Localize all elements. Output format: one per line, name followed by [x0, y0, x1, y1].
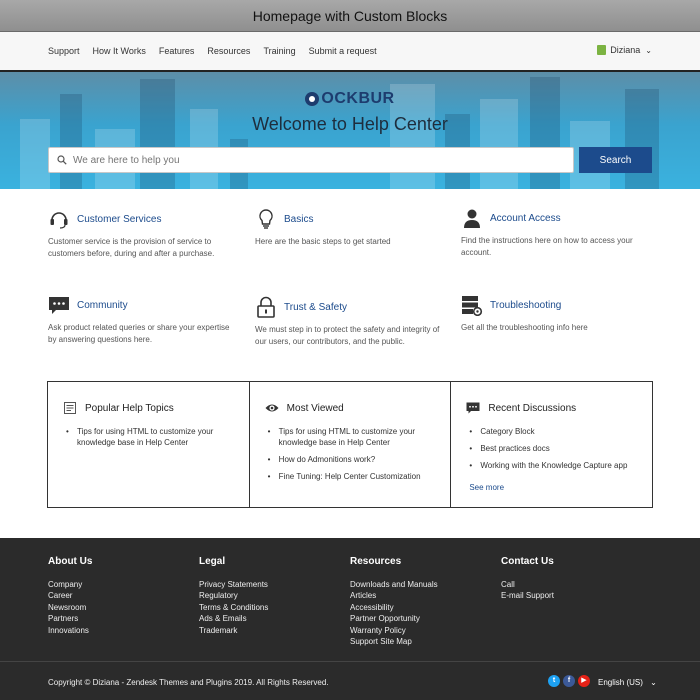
nav-training[interactable]: Training [263, 46, 295, 56]
headset-icon [50, 212, 68, 229]
search-button[interactable]: Search [579, 147, 652, 173]
nav-how-it-works[interactable]: How It Works [93, 46, 146, 56]
footer-link[interactable]: Regulatory [199, 590, 268, 601]
search-box [48, 147, 574, 173]
hero-banner: OCKBUR Welcome to Help Center Search [0, 72, 700, 189]
see-more-link[interactable]: See more [469, 483, 504, 492]
footer-link[interactable]: Warranty Policy [350, 625, 438, 636]
footer-link[interactable]: Privacy Statements [199, 579, 268, 590]
block-title: Most Viewed [286, 402, 344, 414]
nav-resources[interactable]: Resources [207, 46, 250, 56]
footer-link[interactable]: Articles [350, 590, 438, 601]
category-description: Here are the basic steps to get started [255, 237, 391, 246]
search-input[interactable] [73, 154, 553, 166]
list-item[interactable]: How do Admonitions work? [268, 454, 437, 465]
category-description: Ask product related queries or share you… [48, 323, 230, 344]
footer-heading: Resources [350, 556, 402, 567]
block-popular-topics: Popular Help Topics Tips for using HTML … [48, 382, 250, 507]
category-title: Troubleshooting [490, 299, 562, 311]
chat-icon [466, 402, 480, 414]
footer-column-legal: Legal Privacy Statements Regulatory Term… [199, 556, 268, 636]
nav-submit-request[interactable]: Submit a request [309, 46, 377, 56]
category-account-access[interactable]: Account Access Find the instructions her… [461, 207, 651, 259]
category-title: Account Access [490, 212, 561, 224]
category-title: Customer Services [77, 213, 162, 225]
footer-link[interactable]: Support Site Map [350, 636, 438, 647]
top-nav: Support How It Works Features Resources … [0, 32, 700, 72]
category-troubleshooting[interactable]: Troubleshooting Get all the troubleshoot… [461, 294, 651, 334]
footer-link[interactable]: Newsroom [48, 602, 92, 613]
hero-title: Welcome to Help Center [252, 114, 448, 134]
category-trust-safety[interactable]: Trust & Safety We must step in to protec… [255, 296, 445, 348]
category-title: Community [77, 299, 128, 311]
category-basics[interactable]: Basics Here are the basic steps to get s… [255, 208, 445, 248]
language-selector[interactable]: English (US) ⌄ [598, 678, 657, 687]
block-title: Popular Help Topics [85, 402, 174, 414]
list-item[interactable]: Category Block [469, 426, 638, 437]
eye-icon [265, 404, 279, 412]
twitter-icon[interactable]: t [548, 675, 560, 687]
footer-link[interactable]: Terms & Conditions [199, 602, 268, 613]
category-description: Customer service is the provision of ser… [48, 237, 215, 258]
footer-link[interactable]: Accessibility [350, 602, 438, 613]
footer-link[interactable]: Innovations [48, 625, 92, 636]
lock-icon [257, 296, 275, 318]
footer-column-about: About Us Company Career Newsroom Partner… [48, 556, 92, 636]
footer-link[interactable]: Ads & Emails [199, 613, 268, 624]
lightbulb-icon [259, 209, 273, 229]
footer-link[interactable]: Company [48, 579, 92, 590]
footer-link[interactable]: Partners [48, 613, 92, 624]
footer-link[interactable]: Career [48, 590, 92, 601]
footer-link[interactable]: Partner Opportunity [350, 613, 438, 624]
search-icon [57, 155, 67, 165]
chevron-down-icon: ⌄ [650, 678, 657, 687]
chevron-down-icon: ⌄ [645, 45, 652, 55]
nav-support[interactable]: Support [48, 46, 80, 56]
category-community[interactable]: Community Ask product related queries or… [48, 294, 238, 346]
user-icon [464, 209, 480, 228]
nav-features[interactable]: Features [159, 46, 195, 56]
category-description: We must step in to protect the safety an… [255, 325, 440, 346]
category-customer-services[interactable]: Customer Services Customer service is th… [48, 208, 238, 260]
footer-divider [0, 661, 700, 662]
footer-link[interactable]: Trademark [199, 625, 268, 636]
footer-column-resources: Resources Downloads and Manuals Articles… [350, 556, 438, 647]
category-description: Find the instructions here on how to acc… [461, 236, 633, 257]
user-menu[interactable]: Diziana ⌄ [597, 45, 652, 55]
category-description: Get all the troubleshooting info here [461, 323, 588, 332]
block-recent-discussions: Recent Discussions Category Block Best p… [451, 382, 652, 507]
footer-link[interactable]: Downloads and Manuals [350, 579, 438, 590]
footer-heading: Contact Us [501, 556, 554, 567]
block-most-viewed: Most Viewed Tips for using HTML to custo… [250, 382, 452, 507]
copyright-text: Copyright © Diziana - Zendesk Themes and… [48, 678, 329, 687]
server-gear-icon [462, 296, 483, 316]
category-title: Basics [284, 213, 314, 225]
footer-heading: Legal [199, 556, 226, 567]
document-icon [64, 402, 76, 414]
category-title: Trust & Safety [284, 301, 347, 313]
footer-link[interactable]: E-mail Support [501, 590, 554, 601]
list-item[interactable]: Best practices docs [469, 443, 638, 454]
user-name: Diziana [610, 45, 641, 55]
social-links: t f ▶ [548, 675, 593, 687]
footer: About Us Company Career Newsroom Partner… [0, 538, 700, 700]
logo-mark-icon [305, 92, 320, 106]
list-item[interactable]: Tips for using HTML to customize your kn… [268, 426, 437, 448]
avatar [597, 45, 607, 55]
footer-column-contact: Contact Us Call E-mail Support [501, 556, 554, 602]
youtube-icon[interactable]: ▶ [578, 675, 590, 687]
chat-icon [49, 297, 69, 314]
list-item[interactable]: Working with the Knowledge Capture app [469, 460, 638, 471]
custom-blocks: Popular Help Topics Tips for using HTML … [47, 381, 653, 508]
brand-logo[interactable]: OCKBUR [0, 90, 700, 108]
window-title: Homepage with Custom Blocks [252, 8, 448, 24]
footer-heading: About Us [48, 556, 93, 567]
list-item[interactable]: Tips for using HTML to customize your kn… [66, 426, 235, 448]
list-item[interactable]: Fine Tuning: Help Center Customization [268, 471, 437, 482]
footer-link[interactable]: Call [501, 579, 554, 590]
window-titlebar: Homepage with Custom Blocks [0, 0, 700, 32]
block-title: Recent Discussions [488, 402, 577, 414]
facebook-icon[interactable]: f [563, 675, 575, 687]
